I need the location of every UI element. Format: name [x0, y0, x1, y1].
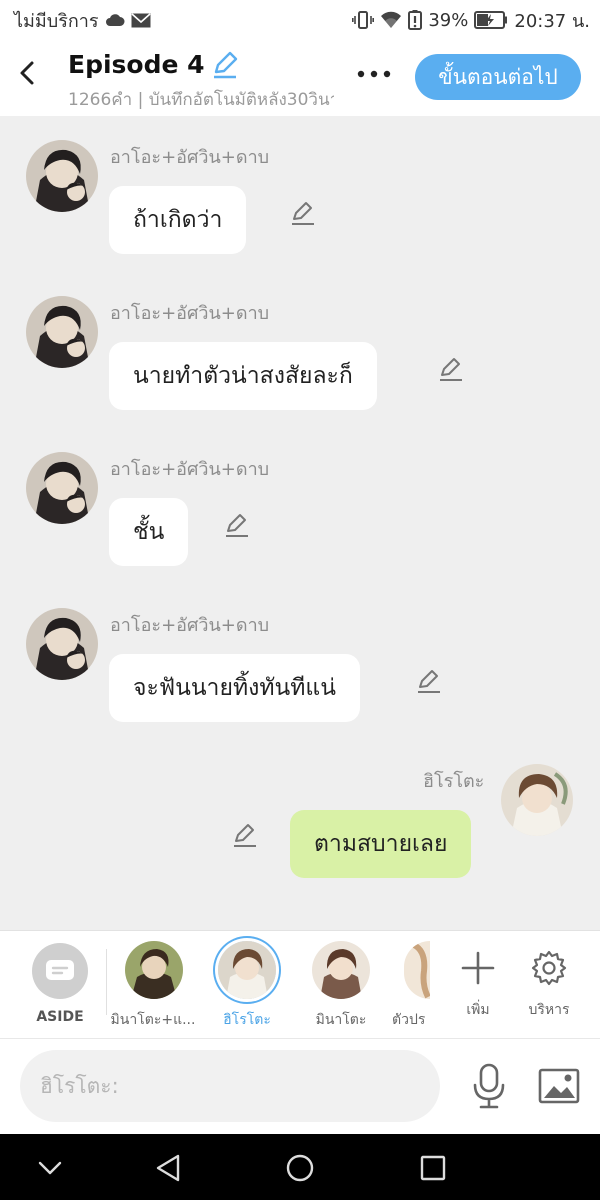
character-avatar[interactable] [404, 941, 430, 999]
carrier-text: ไม่มีบริการ [14, 10, 99, 32]
microphone-icon [473, 1063, 505, 1109]
circle-home-icon [286, 1154, 314, 1182]
input-bar [0, 1038, 600, 1134]
gear-icon [531, 950, 567, 986]
clock: 20:37 น. [514, 10, 590, 32]
aside-comment-icon [46, 960, 74, 980]
cloud-icon [105, 13, 125, 27]
sender-name: อาโอะ+อัศวิน+ดาบ [110, 615, 270, 636]
back-arrow-icon [20, 61, 34, 85]
chevron-down-icon [38, 1161, 62, 1175]
microphone-button[interactable] [466, 1061, 512, 1111]
word-count-autosave: 1266คำ | บันทึกอัตโนมัติหลัง30วินาที [68, 90, 334, 110]
more-options-button[interactable] [352, 62, 396, 86]
status-right: 39% 20:37 น. [352, 6, 590, 35]
nav-hide-keyboard-button[interactable] [30, 1148, 70, 1188]
episode-title: Episode 4 [68, 50, 205, 79]
sender-name: อาโอะ+อัศวิน+ดาบ [110, 147, 270, 168]
manage-label: บริหาร [528, 1002, 570, 1018]
message-bubble[interactable]: ชั้น [109, 498, 189, 566]
square-recents-icon [420, 1155, 446, 1181]
sender-name: อาโอะ+อัศวิน+ดาบ [110, 459, 270, 480]
edit-message-icon[interactable] [416, 668, 442, 694]
nav-home-button[interactable] [280, 1148, 320, 1188]
avatar[interactable] [501, 764, 573, 836]
message-bubble[interactable]: นายทำตัวน่าสงสัยละก็ [109, 342, 377, 410]
battery-icon [474, 11, 508, 29]
battery-alert-icon [408, 10, 423, 30]
episode-title-row: Episode 4 [68, 50, 239, 79]
avatar[interactable] [26, 452, 98, 524]
back-button[interactable] [12, 58, 42, 88]
character-avatar[interactable] [312, 941, 370, 999]
aside-label: ASIDE [36, 1009, 84, 1025]
manage-button[interactable] [524, 943, 574, 993]
character-label: ตัวปร [392, 1012, 426, 1028]
nav-back-button[interactable] [148, 1148, 188, 1188]
more-dots-icon [357, 70, 391, 78]
add-character-button[interactable] [453, 943, 503, 993]
status-bar: ไม่มีบริการ 39% 20:37 น. [0, 0, 600, 40]
plus-icon [461, 951, 495, 985]
triangle-back-icon [156, 1154, 180, 1182]
image-icon [538, 1068, 580, 1104]
avatar[interactable] [26, 296, 98, 368]
character-avatar-selected[interactable] [218, 941, 276, 999]
divider [106, 949, 107, 1015]
mail-icon [131, 12, 151, 28]
avatar[interactable] [26, 140, 98, 212]
edit-message-icon[interactable] [224, 512, 250, 538]
battery-percent: 39% [428, 9, 469, 31]
edit-message-icon[interactable] [232, 822, 258, 848]
app-header: Episode 4 1266คำ | บันทึกอัตโนมัติหลัง30… [0, 40, 600, 116]
pencil-icon[interactable] [211, 51, 239, 79]
status-left: ไม่มีบริการ [14, 6, 151, 35]
image-button[interactable] [536, 1063, 582, 1109]
aside-button[interactable] [32, 943, 88, 999]
chat-area[interactable]: อาโอะ+อัศวิน+ดาบ ถ้าเกิดว่า อาโอะ+อัศวิน… [0, 116, 600, 930]
vibrate-icon [352, 11, 375, 29]
avatar[interactable] [26, 608, 98, 680]
sender-name: อาโอะ+อัศวิน+ดาบ [110, 303, 270, 324]
edit-message-icon[interactable] [438, 356, 464, 382]
character-bar: ASIDE มินาโตะ+แ... ฮิโรโตะ มินาโตะ ตัวปร… [0, 930, 600, 1038]
nav-recents-button[interactable] [413, 1148, 453, 1188]
character-label: ฮิโรโตะ [223, 1012, 271, 1028]
message-bubble[interactable]: ถ้าเกิดว่า [109, 186, 247, 254]
add-label: เพิ่ม [466, 1002, 490, 1018]
character-label: มินาโตะ+แ... [110, 1012, 196, 1028]
sender-name: ฮิโรโตะ [423, 771, 485, 792]
edit-message-icon[interactable] [290, 200, 316, 226]
message-bubble[interactable]: ตามสบายเลย [290, 810, 472, 878]
message-input[interactable] [20, 1050, 440, 1122]
message-bubble[interactable]: จะฟันนายทิ้งทันทีแน่ [109, 654, 360, 722]
system-nav-bar [0, 1134, 600, 1200]
character-avatar[interactable] [125, 941, 183, 999]
wifi-icon [380, 11, 402, 29]
character-label: มินาโตะ [315, 1012, 367, 1028]
next-step-button[interactable]: ขั้นตอนต่อไป [415, 54, 581, 100]
